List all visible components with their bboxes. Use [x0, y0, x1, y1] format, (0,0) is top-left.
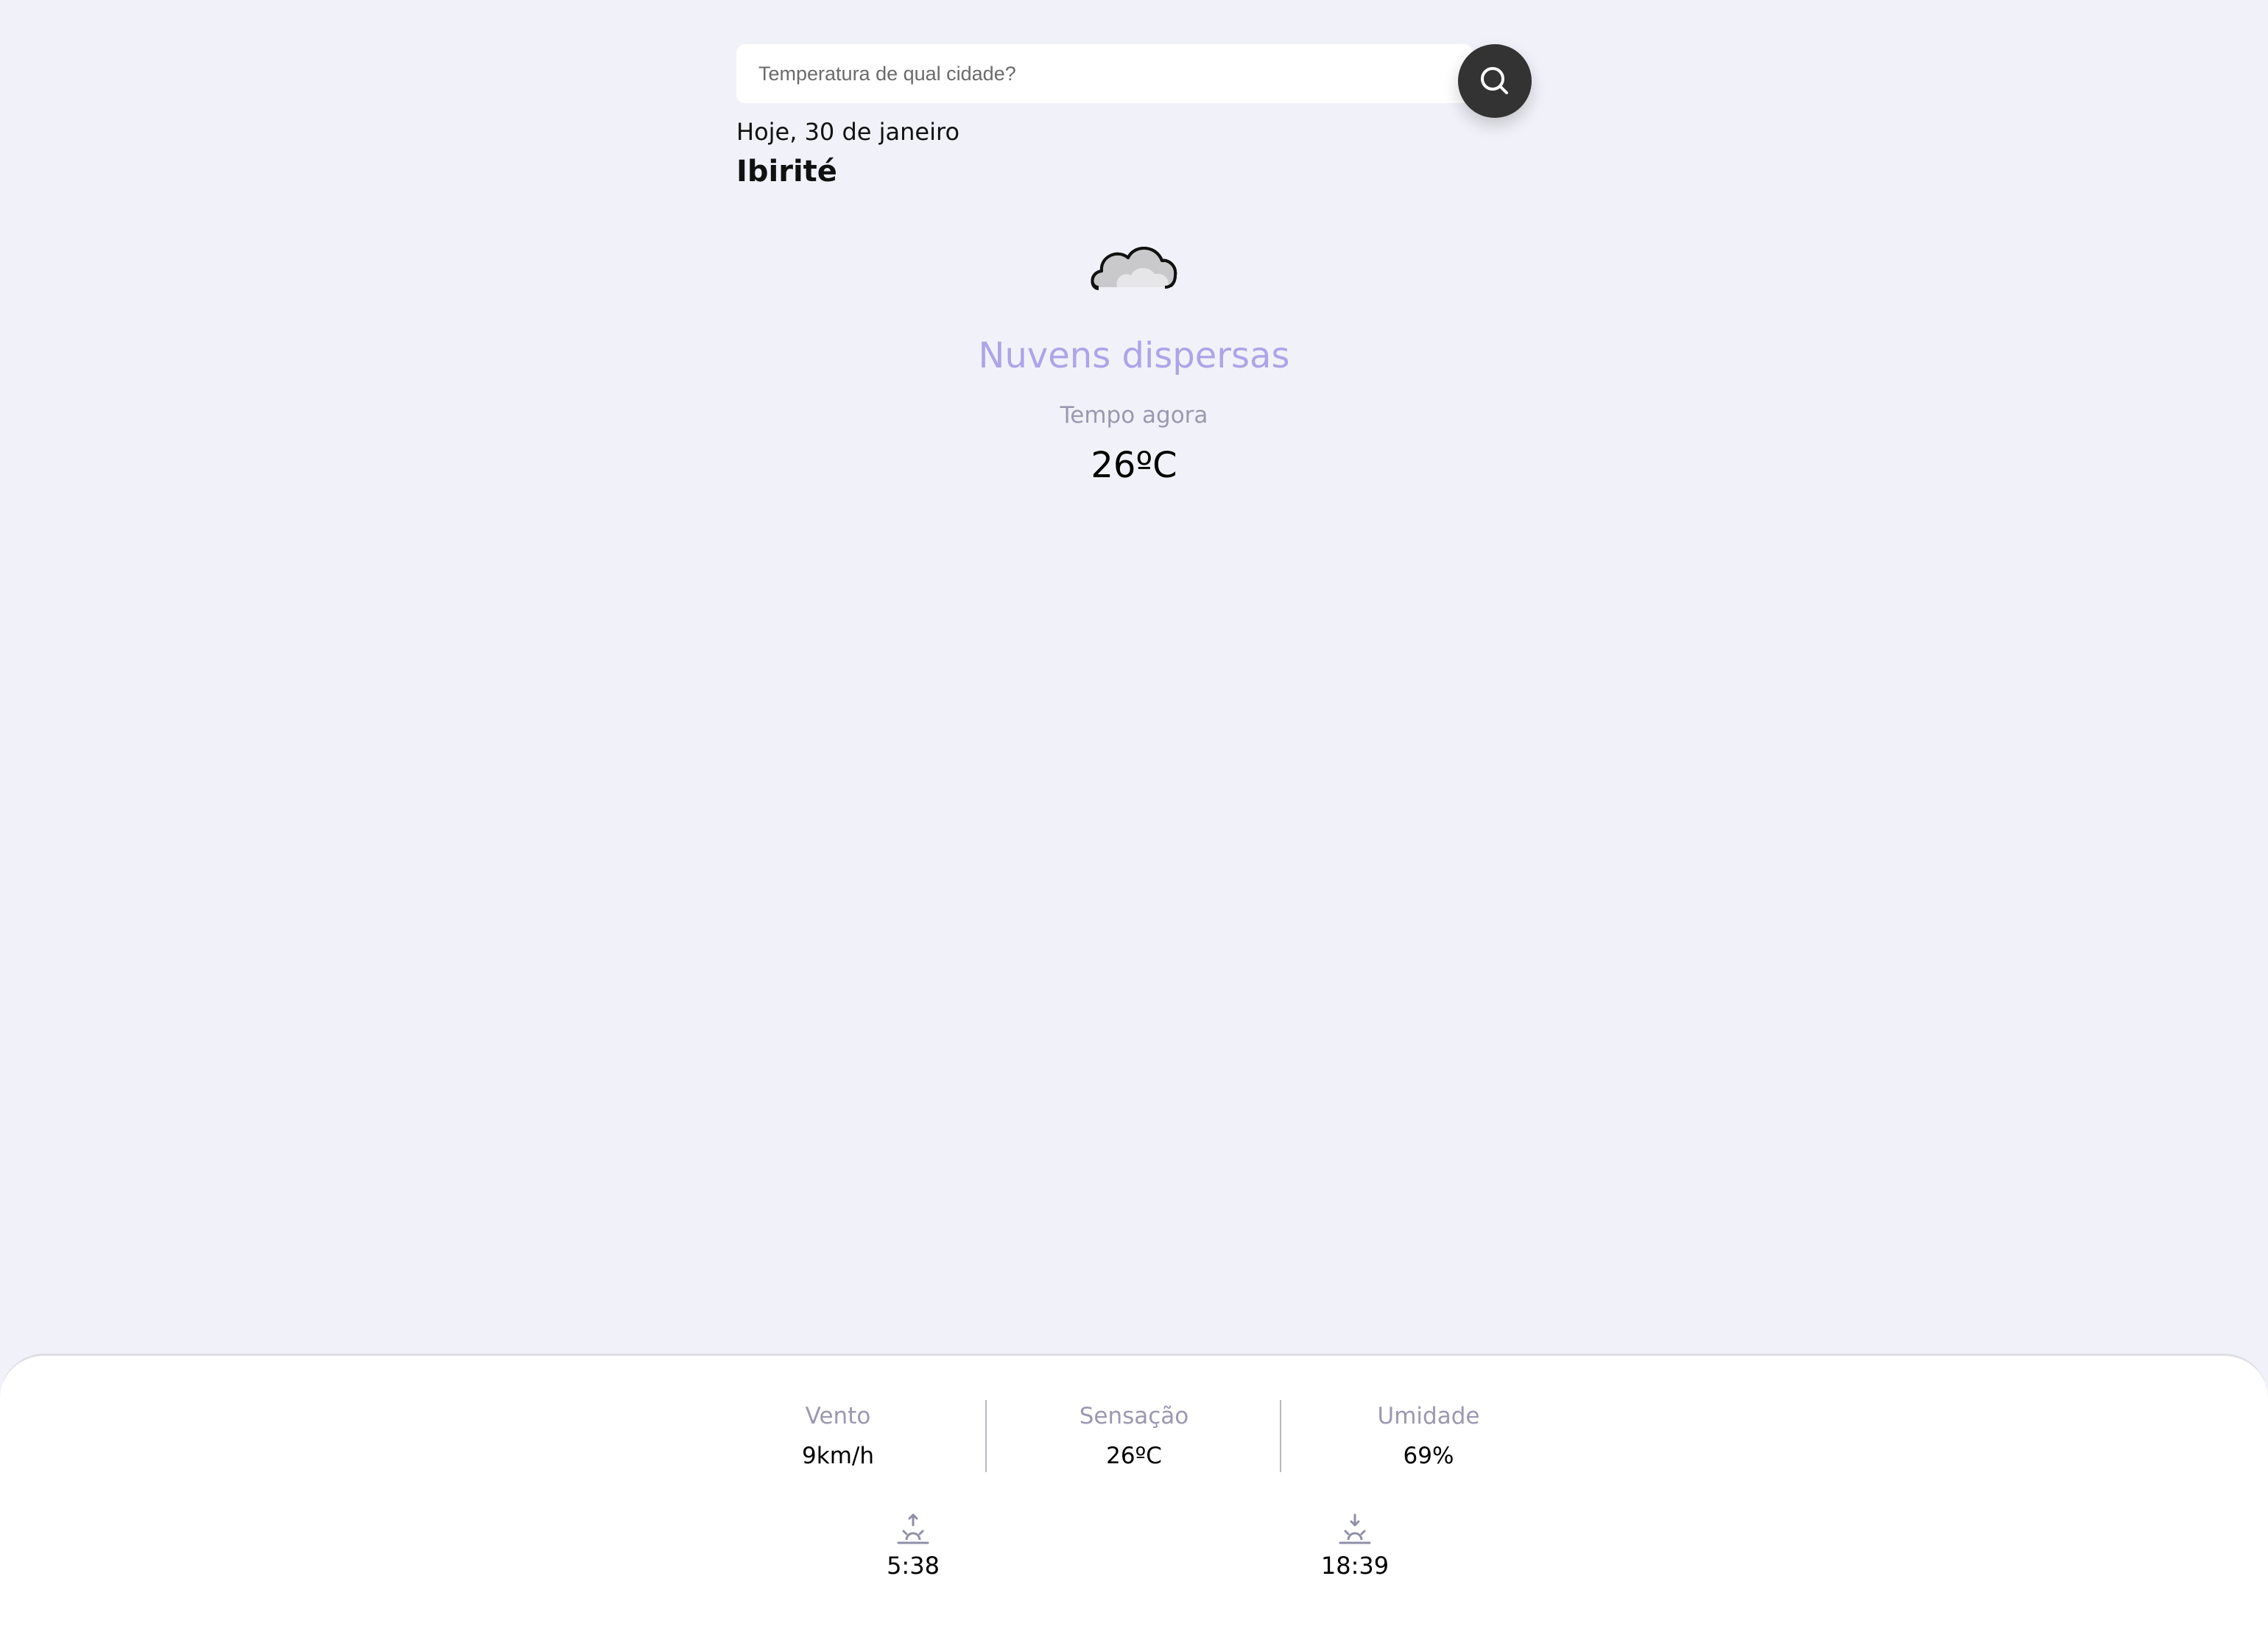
search-button[interactable]: [1458, 44, 1532, 118]
current-date: Hoje, 30 de janeiro: [736, 118, 960, 146]
search-bar: [736, 44, 1532, 118]
cloud-icon: [1091, 247, 1177, 290]
sunrise-icon: [897, 1513, 929, 1544]
city-name: Ibirité: [736, 155, 837, 189]
feels-like-stat: Sensação 26ºC: [987, 1403, 1281, 1469]
sunrise-time: 5:38: [887, 1552, 940, 1580]
search-icon: [1481, 67, 1508, 94]
wind-value: 9km/h: [802, 1443, 874, 1469]
sunset-icon: [1339, 1513, 1371, 1544]
sunrise-block: 5:38: [839, 1512, 987, 1580]
details-panel: Vento 9km/h Sensação 26ºC Umidade 69% 5:…: [0, 1354, 2268, 1629]
humidity-stat: Umidade 69%: [1281, 1403, 1576, 1469]
current-temperature: 26ºC: [1091, 445, 1177, 486]
wind-label: Vento: [805, 1403, 871, 1429]
sunset-time: 18:39: [1320, 1552, 1390, 1580]
feels-like-label: Sensação: [1079, 1403, 1189, 1429]
weather-page: Hoje, 30 de janeiro Ibirité Nuvens dispe…: [0, 0, 2268, 1629]
current-weather-label: Tempo agora: [1060, 402, 1208, 429]
humidity-label: Umidade: [1377, 1403, 1480, 1429]
weather-condition: Nuvens dispersas: [978, 335, 1290, 376]
sunset-block: 18:39: [1281, 1512, 1429, 1580]
humidity-value: 69%: [1403, 1443, 1454, 1469]
feels-like-value: 26ºC: [1106, 1443, 1162, 1469]
search-input[interactable]: [736, 44, 1473, 103]
wind-stat: Vento 9km/h: [691, 1403, 985, 1469]
